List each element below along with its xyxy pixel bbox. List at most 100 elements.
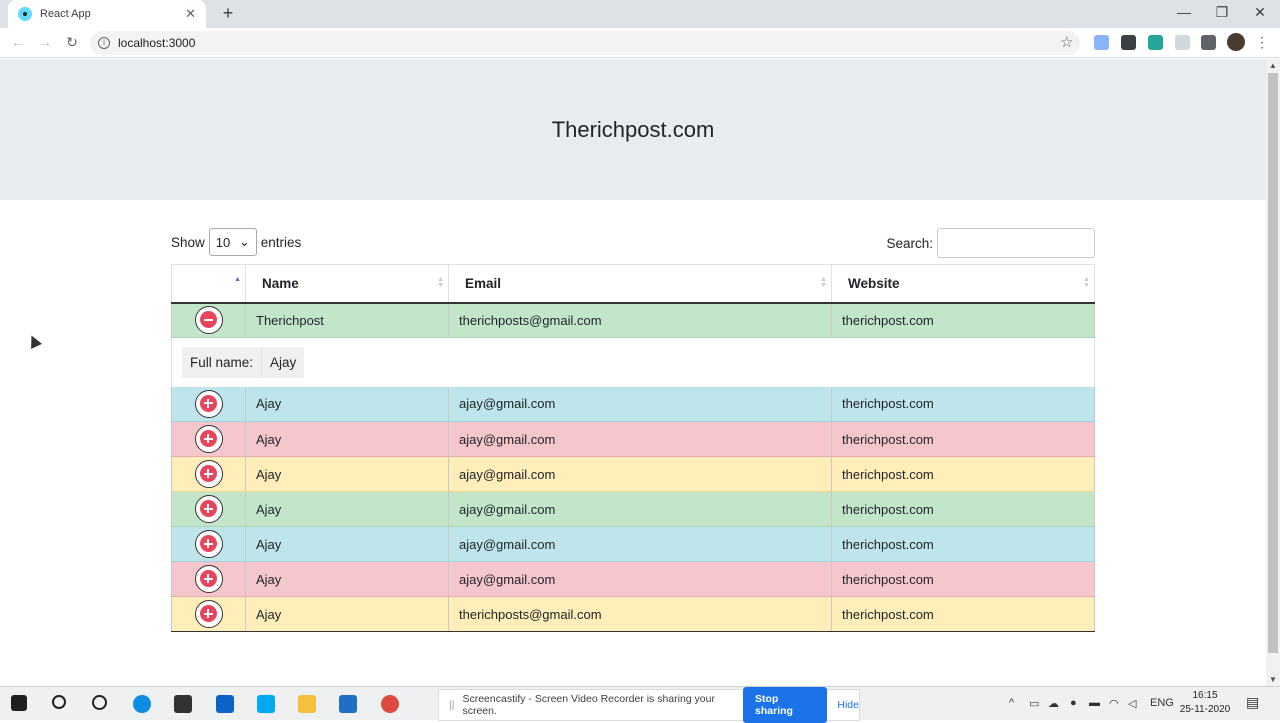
search-icon[interactable] (52, 695, 66, 709)
child-value: Ajay (270, 354, 297, 370)
extension-icon-1[interactable] (1094, 35, 1109, 50)
cell-website: therichpost.com (831, 596, 1095, 632)
expand-row-icon[interactable] (194, 600, 223, 628)
browser-menu-icon[interactable]: ⋮ (1255, 34, 1269, 51)
file-explorer-icon[interactable] (298, 695, 316, 713)
row-control-cell (171, 491, 246, 527)
column-header-website[interactable]: Website ▲ ▼ (831, 264, 1095, 304)
vscode-icon[interactable] (339, 695, 357, 713)
notifications-icon[interactable]: ▤ (1246, 694, 1259, 711)
expand-row-icon[interactable] (194, 565, 223, 593)
language-indicator[interactable]: ENG (1150, 697, 1174, 709)
expand-row-icon[interactable] (194, 425, 223, 453)
windows-start-icon[interactable] (11, 695, 27, 711)
sort-icon: ▲ ▼ (820, 276, 827, 289)
entries-label: entries (260, 234, 302, 250)
cell-name: Ajay (245, 561, 449, 597)
row-control-cell (171, 421, 246, 457)
cell-email: ajay@gmail.com (448, 526, 832, 562)
column-header-name[interactable]: Name ▲ ▼ (245, 264, 449, 304)
scrollbar-thumb[interactable] (1268, 73, 1278, 653)
cell-name: Ajay (245, 596, 449, 632)
battery-icon[interactable]: ▬ (1089, 697, 1100, 709)
store-icon[interactable] (174, 695, 192, 713)
bookmark-star-icon[interactable]: ☆ (1060, 33, 1073, 51)
system-clock[interactable]: 16:15 25-11-2020 (1176, 689, 1234, 717)
extension-icon-2[interactable] (1121, 35, 1136, 50)
browser-tab-strip: React App ✕ + — ❐ ✕ (0, 0, 1280, 28)
expand-row-icon[interactable] (194, 495, 223, 523)
sort-icon: ▲ ▼ (1083, 276, 1090, 289)
tab-title: React App (40, 8, 91, 20)
tab-close-icon[interactable]: ✕ (185, 6, 196, 22)
forward-button[interactable]: → (36, 34, 54, 50)
site-info-icon[interactable]: i (98, 37, 110, 49)
search-label: Search: (886, 235, 933, 251)
search-input[interactable] (937, 228, 1095, 258)
child-details-box: Full name: Ajay (182, 346, 305, 378)
skype-icon[interactable] (257, 695, 275, 713)
table-row: Therichpost therichposts@gmail.com theri… (171, 302, 1095, 338)
cell-email: ajay@gmail.com (448, 386, 832, 422)
child-label: Full name: (182, 346, 263, 378)
screen-sharing-bar: || Screencastify - Screen Video Recorder… (438, 687, 860, 723)
extension-icon-3[interactable] (1148, 35, 1163, 50)
profile-avatar[interactable] (1227, 33, 1245, 51)
edge-icon[interactable] (133, 695, 151, 713)
cell-website: therichpost.com (831, 526, 1095, 562)
cell-website: therichpost.com (831, 386, 1095, 422)
page-scrollbar[interactable]: ▲ ▼ (1266, 59, 1280, 686)
collapse-row-icon[interactable] (194, 306, 223, 335)
back-button[interactable]: ← (9, 34, 27, 50)
column-header-email[interactable]: Email ▲ ▼ (448, 264, 832, 304)
cell-name: Ajay (245, 421, 449, 457)
minimize-button[interactable]: — (1174, 4, 1194, 20)
cortana-icon[interactable] (92, 695, 107, 710)
chrome-icon[interactable] (381, 695, 399, 713)
meet-now-icon[interactable]: ▭ (1029, 697, 1039, 710)
volume-icon[interactable]: ◁ (1128, 697, 1136, 710)
drag-handle-icon[interactable]: || (449, 699, 454, 711)
microphone-icon[interactable]: ● (1070, 697, 1077, 709)
column-header-control[interactable]: ▲ (171, 264, 246, 304)
new-tab-button[interactable]: + (217, 3, 239, 24)
show-hidden-icons-icon[interactable]: ^ (1009, 697, 1014, 709)
table-search: Search: (886, 227, 1095, 259)
cell-website: therichpost.com (831, 302, 1095, 338)
puzzle-extensions-icon[interactable] (1201, 35, 1216, 50)
reload-button[interactable]: ↻ (63, 34, 81, 51)
cell-website: therichpost.com (831, 421, 1095, 457)
cell-email: ajay@gmail.com (448, 421, 832, 457)
jumbotron: Therichpost.com (0, 59, 1266, 200)
cell-email: ajay@gmail.com (448, 561, 832, 597)
mail-icon[interactable] (216, 695, 234, 713)
sort-icon: ▲ ▼ (437, 276, 444, 289)
scroll-up-icon[interactable]: ▲ (1269, 61, 1277, 70)
hide-sharing-button[interactable]: Hide (837, 699, 859, 711)
expand-row-icon[interactable] (194, 460, 223, 488)
browser-toolbar: ← → ↻ i localhost:3000 ☆ ⋮ (0, 28, 1280, 58)
browser-tab[interactable]: React App ✕ (8, 0, 206, 28)
child-details-row: Full name: Ajay (171, 337, 1095, 387)
sharing-message: Screencastify - Screen Video Recorder is… (462, 693, 715, 717)
table-controls: Show 10 ⌄ entries Search: (171, 227, 1095, 259)
scroll-down-icon[interactable]: ▼ (1269, 675, 1277, 684)
wifi-icon[interactable]: ◠ (1109, 697, 1119, 710)
column-header-email-label: Email (465, 275, 502, 291)
close-window-button[interactable]: ✕ (1250, 4, 1270, 21)
onedrive-icon[interactable]: ☁ (1048, 697, 1059, 710)
address-url: localhost:3000 (118, 36, 196, 50)
table-row: Ajay ajay@gmail.com therichpost.com (171, 421, 1095, 457)
cell-name: Ajay (245, 386, 449, 422)
chevron-down-icon: ⌄ (238, 234, 250, 249)
show-label: Show (171, 234, 205, 250)
maximize-button[interactable]: ❐ (1212, 4, 1232, 21)
shield-extension-icon[interactable] (1175, 35, 1190, 50)
expand-row-icon[interactable] (194, 530, 223, 558)
table-row: Ajay therichposts@gmail.com therichpost.… (171, 596, 1095, 632)
entries-select[interactable]: 10 ⌄ (208, 228, 257, 256)
expand-row-icon[interactable] (194, 389, 223, 418)
table-row: Ajay ajay@gmail.com therichpost.com (171, 561, 1095, 597)
address-bar[interactable]: i localhost:3000 (90, 31, 1080, 55)
stop-sharing-button[interactable]: Stop sharing (743, 687, 828, 723)
